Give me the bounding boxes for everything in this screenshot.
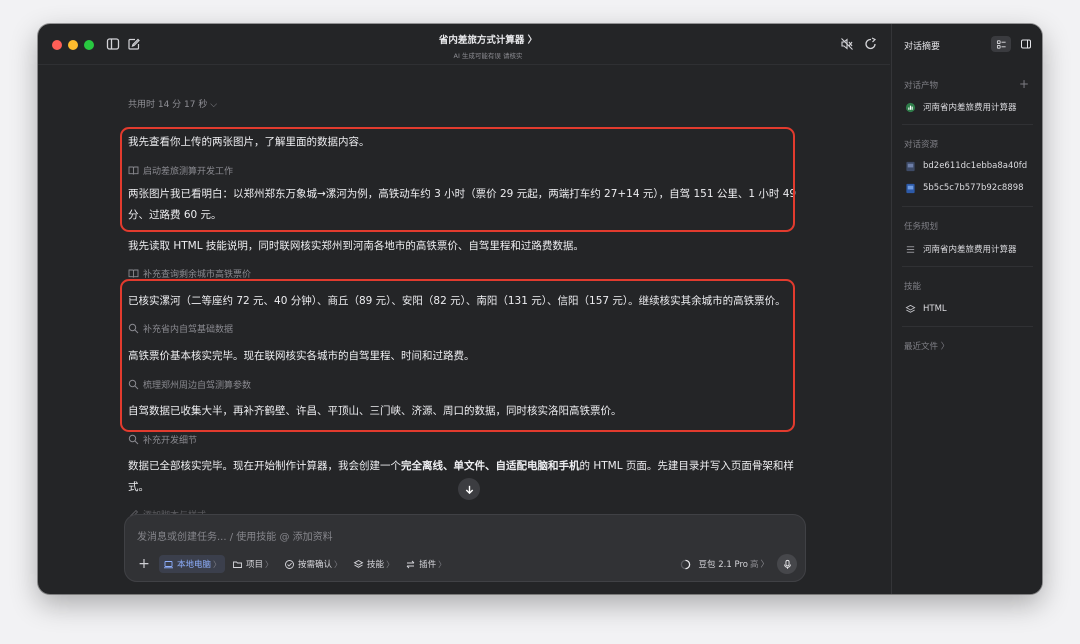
search-icon bbox=[128, 434, 139, 445]
section-label-plan: 任务规划 bbox=[904, 222, 939, 232]
model-selector[interactable]: 豆包 2.1 Pro 高 〉 bbox=[680, 558, 769, 570]
chip-project[interactable]: 项目〉 bbox=[228, 555, 277, 573]
chip-label: 本地电脑 bbox=[177, 560, 212, 570]
book-icon bbox=[128, 268, 139, 279]
chip-label: 项目 bbox=[246, 560, 264, 570]
resource-name: bd2e611dc1ebba8a40fd bbox=[923, 161, 1028, 171]
resource-name: 5b5c5c7b577b92c8898 bbox=[923, 183, 1024, 193]
plug-icon bbox=[405, 559, 416, 570]
stack-icon bbox=[353, 559, 364, 570]
section-label-resources: 对话资源 bbox=[904, 140, 939, 150]
window-title[interactable]: 省内差旅方式计算器 〉 bbox=[338, 32, 638, 46]
plan-name: 河南省内差旅费用计算器 bbox=[923, 245, 1017, 255]
chevron-right-icon: 〉 bbox=[386, 559, 395, 569]
sidebar-toggle-icon[interactable] bbox=[104, 35, 122, 53]
title-bar: 省内差旅方式计算器 〉 AI 生成可能有误 请核实 bbox=[38, 24, 890, 64]
message-bold-text: 完全离线、单文件、自适配电脑和手机 bbox=[401, 460, 580, 472]
list-toggle-icon bbox=[996, 39, 1006, 49]
recent-files-link[interactable]: 最近文件 〉 bbox=[904, 340, 949, 352]
chevron-right-icon: 〉 bbox=[334, 559, 343, 569]
artifact-item[interactable]: 河南省内差旅费用计算器 bbox=[904, 100, 1039, 114]
elapsed-time[interactable]: 共用时 14 分 17 秒 ⌵ bbox=[128, 97, 217, 110]
sidebar-header: 对话摘要 bbox=[892, 24, 1042, 64]
collapse-sidebar-button[interactable] bbox=[1018, 36, 1034, 52]
arrow-down-icon bbox=[465, 485, 473, 494]
message-text: 数据已全部核实完毕。现在开始制作计算器，我会创建一个 bbox=[128, 460, 401, 472]
chip-confirm-mode[interactable]: 按需确认〉 bbox=[280, 555, 346, 573]
chart-icon bbox=[904, 101, 916, 113]
new-chat-icon[interactable] bbox=[125, 35, 143, 53]
add-attachment-button[interactable]: + bbox=[135, 555, 153, 573]
app-window: 省内差旅方式计算器 〉 AI 生成可能有误 请核实 共用时 14 分 17 秒 … bbox=[38, 24, 1042, 594]
resource-item[interactable]: 5b5c5c7b577b92c8898 bbox=[904, 181, 1039, 195]
section-label-skills: 技能 bbox=[904, 282, 922, 292]
assistant-message-3: 我先读取 HTML 技能说明，同时联网核实郑州到河南各地市的高铁票价、自驾里程和… bbox=[128, 240, 584, 252]
plan-item[interactable]: 河南省内差旅费用计算器 bbox=[904, 242, 1039, 256]
message-composer[interactable]: 发消息或创建任务... / 使用技能 @ 添加资料 + 本地电脑〉 项目〉 按需… bbox=[124, 514, 806, 582]
chip-label: 技能 bbox=[367, 560, 385, 570]
divider bbox=[902, 326, 1033, 327]
folder-icon bbox=[232, 559, 243, 570]
model-name: 豆包 2.1 Pro bbox=[698, 560, 748, 570]
panel-icon bbox=[1021, 39, 1031, 49]
model-mode: 高 bbox=[749, 560, 759, 570]
chevron-right-icon: 〉 bbox=[213, 559, 222, 569]
section-label-artifacts: 对话产物 bbox=[904, 81, 939, 91]
summary-sidebar: 对话摘要 对话产物 + 河南省内差旅费用计算器 对话资源 bd2e611dc1e… bbox=[891, 24, 1042, 594]
sidebar-title: 对话摘要 bbox=[904, 42, 941, 52]
chip-plugins[interactable]: 插件〉 bbox=[401, 555, 450, 573]
zoom-window-button[interactable] bbox=[84, 40, 94, 50]
skill-name: HTML bbox=[923, 304, 947, 314]
resource-item[interactable]: bd2e611dc1ebba8a40fd bbox=[904, 159, 1039, 173]
composer-input[interactable]: 发消息或创建任务... / 使用技能 @ 添加资料 bbox=[137, 528, 333, 543]
image-file-icon bbox=[904, 160, 916, 172]
stack-icon bbox=[904, 303, 916, 315]
thinking-indicator-icon bbox=[680, 559, 690, 569]
scroll-to-bottom-button[interactable] bbox=[458, 478, 480, 500]
tool-step-5[interactable]: 补充开发细节 bbox=[128, 433, 197, 446]
chevron-right-icon: 〉 bbox=[760, 560, 769, 570]
share-icon[interactable] bbox=[862, 35, 880, 53]
chip-skills[interactable]: 技能〉 bbox=[349, 555, 398, 573]
divider bbox=[902, 124, 1033, 125]
window-title-block[interactable]: 省内差旅方式计算器 〉 AI 生成可能有误 请核实 bbox=[338, 32, 638, 60]
microphone-icon bbox=[783, 559, 791, 569]
chevron-right-icon: 〉 bbox=[438, 559, 447, 569]
highlight-box-2 bbox=[120, 279, 795, 432]
mute-icon[interactable] bbox=[838, 35, 856, 53]
list-icon bbox=[904, 243, 916, 255]
minimize-window-button[interactable] bbox=[68, 40, 78, 50]
artifact-name: 河南省内差旅费用计算器 bbox=[923, 103, 1017, 113]
title-divider bbox=[38, 64, 890, 65]
microphone-button[interactable] bbox=[777, 554, 797, 574]
close-window-button[interactable] bbox=[52, 40, 62, 50]
skill-item[interactable]: HTML bbox=[904, 302, 1039, 316]
chip-label: 插件 bbox=[419, 560, 437, 570]
add-artifact-button[interactable]: + bbox=[1019, 77, 1029, 91]
laptop-icon bbox=[163, 559, 174, 570]
summary-view-button[interactable] bbox=[991, 36, 1011, 52]
chip-local-computer[interactable]: 本地电脑〉 bbox=[159, 555, 226, 573]
tool-step-label: 补充开发细节 bbox=[143, 436, 198, 446]
composer-toolbar: + 本地电脑〉 项目〉 按需确认〉 技能〉 插件〉 豆包 2.1 Pro 高 〉 bbox=[135, 553, 797, 575]
divider bbox=[902, 206, 1033, 207]
chevron-right-icon: 〉 bbox=[265, 559, 274, 569]
chip-label: 按需确认 bbox=[298, 560, 333, 570]
highlight-box-1 bbox=[120, 127, 795, 232]
divider bbox=[902, 266, 1033, 267]
check-circle-icon bbox=[284, 559, 295, 570]
image-file-icon bbox=[904, 182, 916, 194]
window-subtitle: AI 生成可能有误 请核实 bbox=[453, 52, 523, 60]
